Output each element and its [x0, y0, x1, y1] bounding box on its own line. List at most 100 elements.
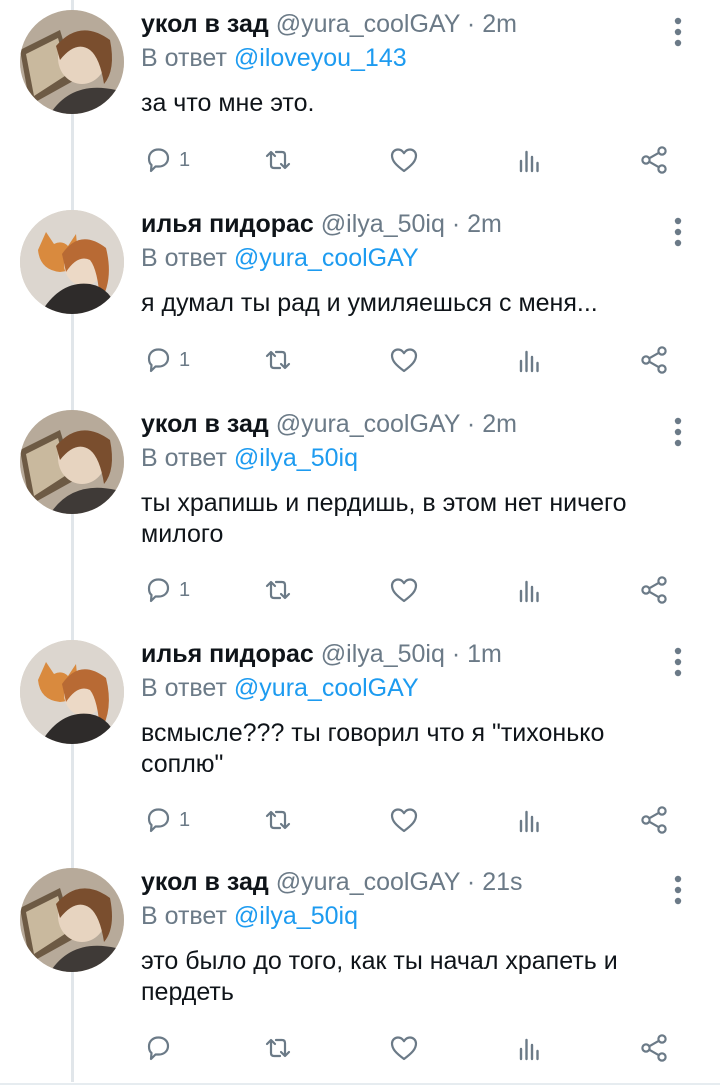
like-button[interactable]: [387, 340, 421, 380]
reply-button[interactable]: 1: [141, 800, 190, 840]
share-button[interactable]: [637, 570, 671, 610]
reply-context: В ответ @ilya_50iq: [141, 900, 358, 932]
author-name[interactable]: укол в зад: [141, 410, 269, 438]
author-name[interactable]: илья пидорас: [141, 640, 314, 668]
separator-dot: ·: [451, 210, 461, 238]
separator-dot: ·: [451, 640, 461, 668]
tweet-actions: 1: [141, 340, 701, 380]
reply-prefix: В ответ: [141, 444, 227, 472]
stats-button[interactable]: [513, 140, 547, 180]
tweet[interactable]: илья пидорас @ilya_50iq · 2m В ответ @yu…: [0, 200, 720, 428]
reply-mention-link[interactable]: @yura_coolGAY: [234, 244, 419, 272]
more-vertical-icon: [674, 17, 682, 47]
reply-prefix: В ответ: [141, 44, 227, 72]
reply-prefix: В ответ: [141, 244, 227, 272]
tweet-text: ты храпишь и пердишь, в этом нет ничего …: [141, 489, 627, 548]
stats-button[interactable]: [513, 570, 547, 610]
reply-mention-link[interactable]: @iloveyou_143: [234, 44, 407, 72]
retweet-button[interactable]: [261, 800, 295, 840]
retweet-button[interactable]: [261, 1028, 295, 1068]
more-options-button[interactable]: [664, 872, 692, 908]
reply-icon: [147, 578, 170, 603]
avatar[interactable]: [20, 410, 124, 514]
timestamp[interactable]: 21s: [482, 868, 522, 896]
share-button[interactable]: [637, 340, 671, 380]
author-name[interactable]: укол в зад: [141, 10, 269, 38]
tweet[interactable]: укол в зад @yura_coolGAY · 2m В ответ @i…: [0, 400, 720, 628]
reply-mention-link[interactable]: @yura_coolGAY: [234, 674, 419, 702]
tweet-actions: 1: [141, 140, 701, 180]
more-vertical-icon: [674, 417, 682, 447]
avatar[interactable]: [20, 10, 124, 114]
reply-mention-link[interactable]: @ilya_50iq: [234, 444, 358, 472]
more-options-button[interactable]: [664, 14, 692, 50]
reply-button[interactable]: 1: [141, 340, 190, 380]
like-button[interactable]: [387, 1028, 421, 1068]
retweet-icon: [265, 580, 291, 600]
like-button[interactable]: [387, 800, 421, 840]
timestamp[interactable]: 2m: [482, 410, 517, 438]
timestamp[interactable]: 1m: [467, 640, 502, 668]
more-options-button[interactable]: [664, 414, 692, 450]
yura-avatar-icon: [20, 10, 124, 114]
tweet-actions: 1: [141, 800, 701, 840]
retweet-icon: [265, 150, 291, 170]
reply-icon: [147, 348, 170, 373]
timestamp[interactable]: 2m: [482, 10, 517, 38]
tweet[interactable]: укол в зад @yura_coolGAY · 21s В ответ @…: [0, 858, 720, 1086]
like-button[interactable]: [387, 570, 421, 610]
retweet-button[interactable]: [261, 570, 295, 610]
share-button[interactable]: [637, 140, 671, 180]
separator-dot: ·: [466, 410, 476, 438]
stats-icon: [519, 150, 539, 173]
author-name[interactable]: укол в зад: [141, 868, 269, 896]
like-button[interactable]: [387, 140, 421, 180]
stats-icon: [519, 810, 539, 833]
reply-prefix: В ответ: [141, 902, 227, 930]
tweet-header: укол в зад @yura_coolGAY · 2m: [141, 8, 517, 40]
avatar[interactable]: [20, 640, 124, 744]
reply-count: 1: [179, 808, 191, 831]
retweet-button[interactable]: [261, 340, 295, 380]
tweet-header: илья пидорас @ilya_50iq · 2m: [141, 208, 502, 240]
avatar[interactable]: [20, 868, 124, 972]
ilya-avatar-icon: [20, 640, 124, 744]
stats-button[interactable]: [513, 340, 547, 380]
more-vertical-icon: [674, 875, 682, 905]
more-vertical-icon: [674, 647, 682, 677]
author-handle[interactable]: @ilya_50iq: [321, 640, 445, 668]
author-name[interactable]: илья пидорас: [141, 210, 314, 238]
reply-button[interactable]: 1: [141, 140, 190, 180]
heart-icon: [390, 348, 418, 373]
retweet-icon: [265, 810, 291, 830]
author-handle[interactable]: @ilya_50iq: [321, 210, 445, 238]
avatar[interactable]: [20, 210, 124, 314]
author-handle[interactable]: @yura_coolGAY: [276, 410, 460, 438]
author-handle[interactable]: @yura_coolGAY: [276, 10, 460, 38]
share-icon: [641, 146, 667, 174]
reply-context: В ответ @iloveyou_143: [141, 42, 407, 74]
tweet[interactable]: укол в зад @yura_coolGAY · 2m В ответ @i…: [0, 0, 720, 228]
reply-button[interactable]: 1: [141, 570, 190, 610]
retweet-icon: [265, 350, 291, 370]
share-button[interactable]: [637, 1028, 671, 1068]
ilya-avatar-icon: [20, 210, 124, 314]
tweet-text: это было до того, как ты начал храпеть и…: [141, 947, 618, 1006]
share-icon: [641, 346, 667, 374]
timestamp[interactable]: 2m: [467, 210, 502, 238]
more-options-button[interactable]: [664, 214, 692, 250]
tweet[interactable]: илья пидорас @ilya_50iq · 1m В ответ @yu…: [0, 630, 720, 858]
reply-mention-link[interactable]: @ilya_50iq: [234, 902, 358, 930]
reply-button[interactable]: [141, 1028, 179, 1068]
share-icon: [641, 576, 667, 604]
retweet-icon: [265, 1038, 291, 1058]
author-handle[interactable]: @yura_coolGAY: [276, 868, 460, 896]
retweet-button[interactable]: [261, 140, 295, 180]
reply-icon: [147, 148, 170, 173]
reply-prefix: В ответ: [141, 674, 227, 702]
more-options-button[interactable]: [664, 644, 692, 680]
stats-button[interactable]: [513, 800, 547, 840]
stats-icon: [519, 350, 539, 373]
share-button[interactable]: [637, 800, 671, 840]
stats-button[interactable]: [513, 1028, 547, 1068]
